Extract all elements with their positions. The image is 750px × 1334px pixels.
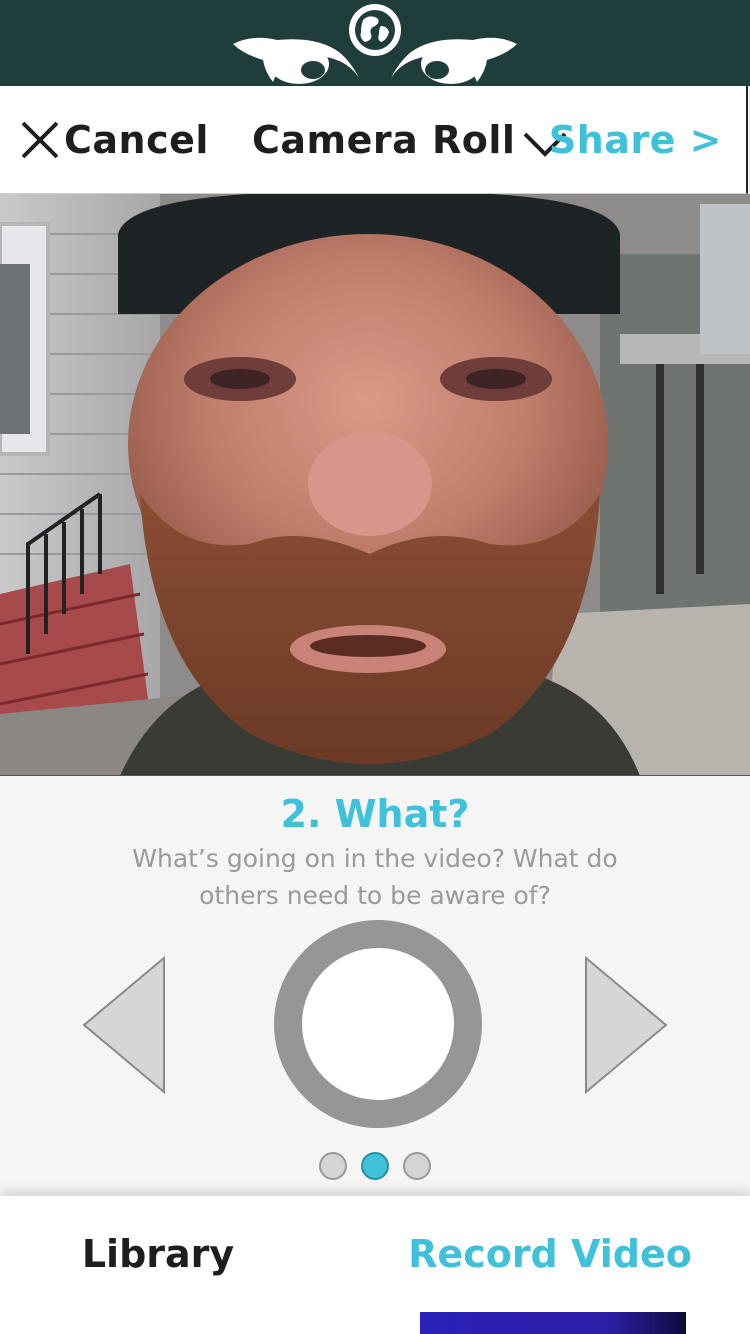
share-button[interactable]: Share >: [549, 114, 722, 166]
step-description: What’s going on in the video? What do ot…: [132, 844, 618, 910]
camera-roll-label: Camera Roll: [252, 118, 516, 162]
camera-roll-dropdown[interactable]: Camera Roll: [252, 114, 569, 166]
record-button[interactable]: [274, 920, 482, 1128]
close-icon: [21, 121, 59, 159]
page-dot-3[interactable]: [403, 1152, 431, 1180]
triangle-left-icon[interactable]: [82, 956, 166, 1094]
prompt-panel: 2. What? What’s going on in the video? W…: [0, 776, 750, 1196]
tab-library[interactable]: Library: [40, 1232, 276, 1276]
video-preview[interactable]: [0, 194, 750, 776]
step-title: 2. What?: [280, 792, 470, 836]
globe-eyes-logo: [233, 4, 517, 84]
tab-record-video[interactable]: Record Video: [400, 1232, 700, 1276]
video-frame-image: [0, 194, 750, 775]
page-dot-2[interactable]: [361, 1152, 389, 1180]
page-dot-1[interactable]: [319, 1152, 347, 1180]
cancel-button[interactable]: Cancel: [18, 114, 209, 166]
triangle-right-icon[interactable]: [584, 956, 668, 1094]
active-tab-indicator: [420, 1312, 686, 1334]
bottom-tab-bar: Library Record Video: [0, 1196, 750, 1334]
page-indicator: [0, 1152, 750, 1180]
brand-header: [0, 0, 750, 86]
top-toolbar: Cancel Camera Roll Share >: [0, 86, 748, 194]
cancel-label: Cancel: [64, 118, 209, 162]
